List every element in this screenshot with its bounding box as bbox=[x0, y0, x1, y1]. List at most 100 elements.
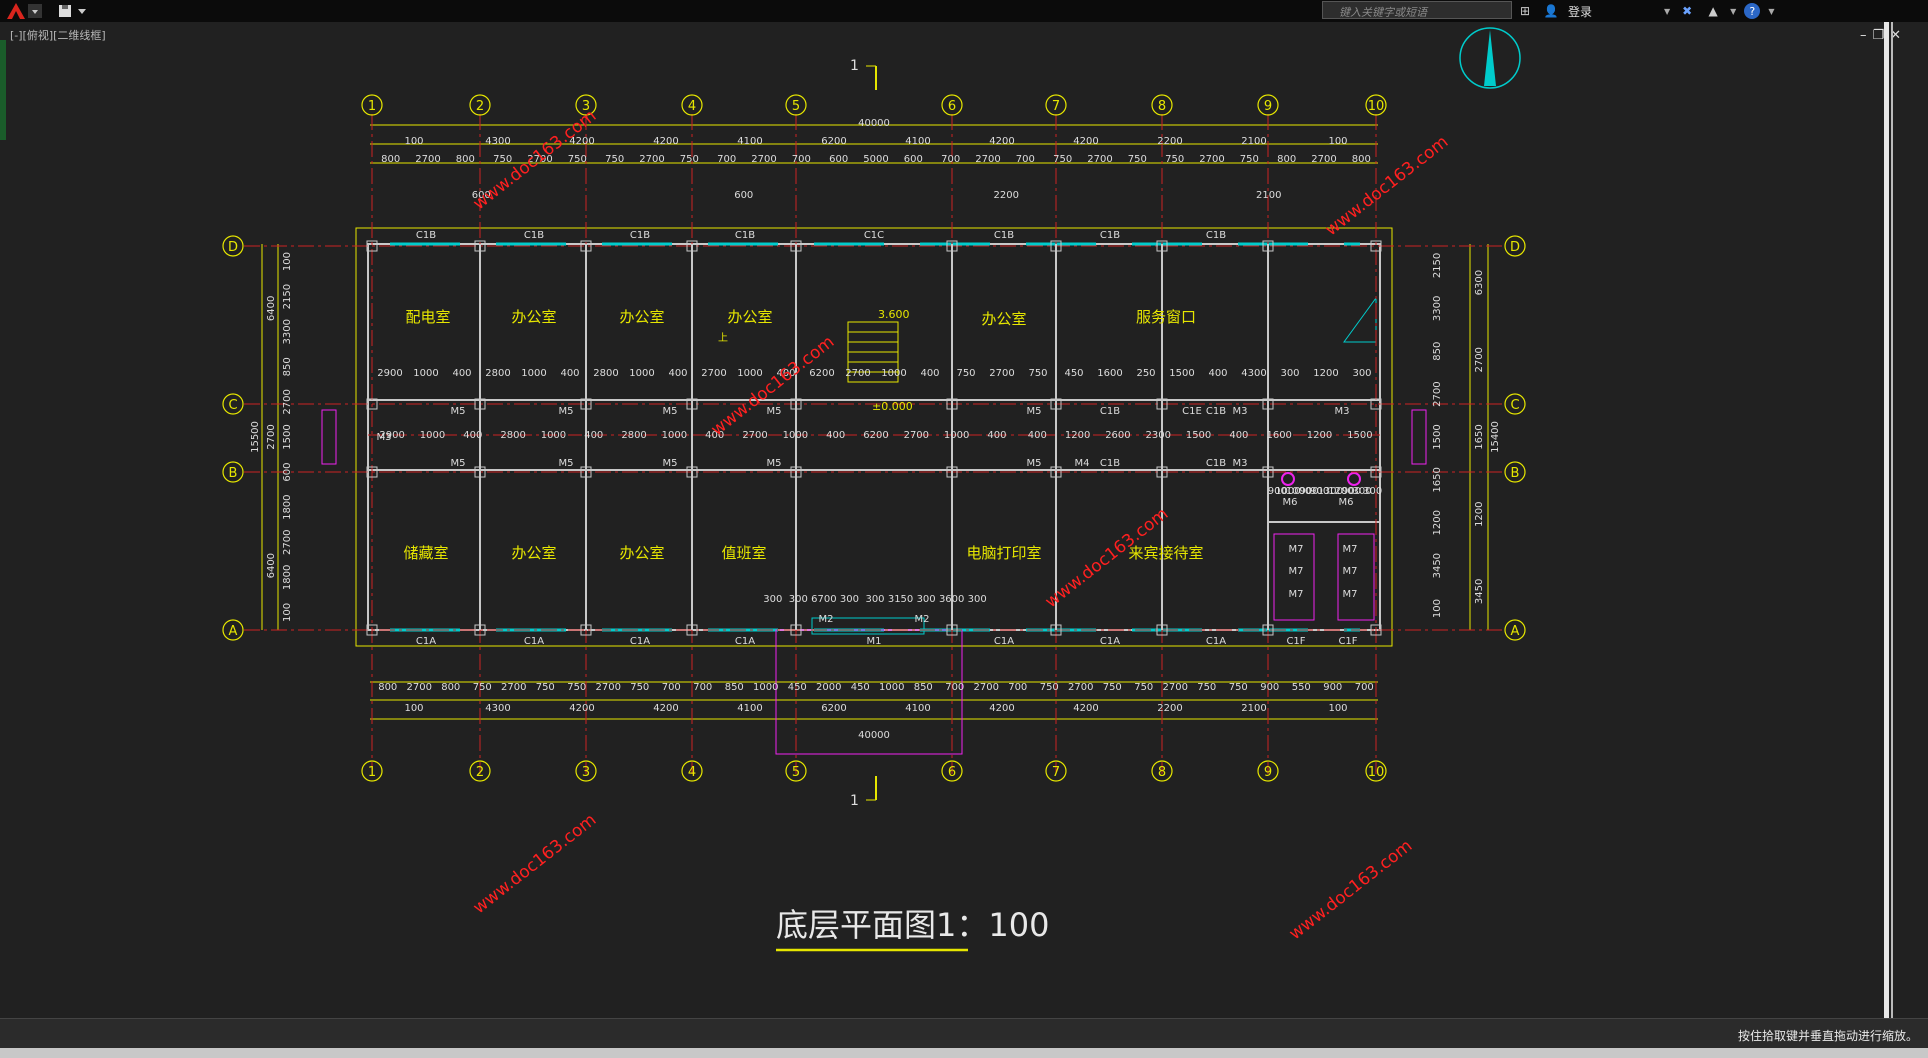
window-label-top: C1B bbox=[1100, 230, 1120, 241]
window-label-top: C1B bbox=[630, 230, 650, 241]
dim-corridor-bottom: 1000 bbox=[420, 430, 445, 441]
dim-corridor-top: 300 bbox=[1352, 368, 1371, 379]
door-label: M6 bbox=[1339, 497, 1354, 508]
vertical-scrollbar[interactable] bbox=[1884, 22, 1889, 1018]
dim-top-row2: 600 bbox=[829, 154, 848, 165]
dim-bottom-row2: 4100 bbox=[905, 703, 930, 714]
dim-bottom-row1: 2700 bbox=[596, 682, 621, 693]
dim-top-row1: 4100 bbox=[737, 136, 762, 147]
door-label: M4 bbox=[1075, 458, 1090, 469]
axis-label-x: 5 bbox=[792, 765, 800, 780]
door-label: M5 bbox=[767, 458, 782, 469]
door-label: M5 bbox=[559, 458, 574, 469]
help-icon[interactable]: ? bbox=[1744, 3, 1761, 19]
chevron-down-icon[interactable]: ▼ bbox=[1730, 7, 1736, 16]
dim-corridor-top: 750 bbox=[1028, 368, 1047, 379]
dim-bottom-row2: 100 bbox=[404, 703, 423, 714]
chevron-down-icon[interactable]: ▼ bbox=[1768, 7, 1774, 16]
dim-left-inner: 600 bbox=[282, 463, 293, 482]
dim-bottom-row1: 2700 bbox=[407, 682, 432, 693]
dim-corridor-bottom: 400 bbox=[463, 430, 482, 441]
stair-up-label: 上 bbox=[718, 332, 728, 344]
dim-right-inner: 3450 bbox=[1432, 553, 1443, 578]
dim-top-row2: 2700 bbox=[975, 154, 1000, 165]
dim-corridor-bottom: 400 bbox=[987, 430, 1006, 441]
autocad-logo-icon bbox=[7, 3, 42, 19]
dim-bottom-row1: 750 bbox=[630, 682, 649, 693]
dim-bottom-row2: 4300 bbox=[485, 703, 510, 714]
door-label: M7 bbox=[1289, 544, 1304, 555]
search-input[interactable]: 键入关键字或短语 bbox=[1322, 1, 1512, 19]
application-menu-button[interactable] bbox=[4, 2, 44, 20]
dim-corridor-bottom: 2600 bbox=[1105, 430, 1130, 441]
elevation-bottom: ±0.000 bbox=[872, 400, 913, 413]
dim-top-row2: 750 bbox=[1165, 154, 1184, 165]
axis-label-x: 10 bbox=[1368, 765, 1385, 780]
dim-right-inner: 850 bbox=[1432, 342, 1443, 361]
login-button[interactable]: 登录 bbox=[1568, 3, 1592, 20]
axis-label-x: 1 bbox=[368, 99, 376, 114]
axis-label-x: 7 bbox=[1052, 765, 1060, 780]
a360-icon[interactable]: ▲ bbox=[1704, 2, 1722, 20]
binoculars-icon[interactable]: ⊞ bbox=[1516, 2, 1534, 20]
dim-corridor-top: 1000 bbox=[413, 368, 438, 379]
dim-corridor-top: 2700 bbox=[989, 368, 1014, 379]
dim-top-row1: 4200 bbox=[989, 136, 1014, 147]
exchange-icon[interactable]: ✖ bbox=[1678, 2, 1696, 20]
quick-access-button[interactable] bbox=[56, 2, 92, 20]
dim-corridor-top: 1000 bbox=[521, 368, 546, 379]
dim-bottom-row1: 900 bbox=[1323, 682, 1342, 693]
door-label: M7 bbox=[1343, 566, 1358, 577]
dim-top-row2: 750 bbox=[1128, 154, 1147, 165]
chevron-down-icon[interactable]: ▼ bbox=[1664, 7, 1670, 16]
dim-corridor-bottom: 1000 bbox=[541, 430, 566, 441]
dim-corridor-bottom: 400 bbox=[584, 430, 603, 441]
scrollbar-edge bbox=[1891, 22, 1893, 1018]
dim-right-total: 15400 bbox=[1490, 421, 1501, 453]
room-label: 办公室 bbox=[511, 544, 556, 562]
dim-right-outer: 1200 bbox=[1474, 501, 1485, 526]
dim-left-inner: 2700 bbox=[282, 389, 293, 414]
window-label-misc: C1B bbox=[1100, 406, 1120, 417]
dim-corridor-bottom: 1000 bbox=[783, 430, 808, 441]
axis-label-x: 6 bbox=[948, 99, 956, 114]
drawing-canvas[interactable]: 1 1 1122334455667788991010D DC CB BA A 4… bbox=[0, 22, 1880, 1018]
user-icon[interactable]: 👤 bbox=[1542, 2, 1560, 20]
dim-bottom-row1: 2700 bbox=[1068, 682, 1093, 693]
dim-corridor-bottom: 1200 bbox=[1065, 430, 1090, 441]
dim-top-row1: 2200 bbox=[1157, 136, 1182, 147]
dim-corridor-top: 2800 bbox=[593, 368, 618, 379]
door-label: M5 bbox=[1027, 458, 1042, 469]
dim-corridor-top: 1200 bbox=[1313, 368, 1338, 379]
axis-label-y: D bbox=[228, 240, 238, 255]
dim-left-inner: 3300 bbox=[282, 319, 293, 344]
dim-top-row2: 700 bbox=[792, 154, 811, 165]
north-arrow-icon bbox=[1459, 27, 1521, 89]
status-bar: 按住拾取键并垂直拖动进行缩放。 bbox=[0, 1018, 1928, 1048]
dim-top-row2: 750 bbox=[680, 154, 699, 165]
dim-bottom-row1: 2700 bbox=[974, 682, 999, 693]
dim-corridor-bottom: 2800 bbox=[500, 430, 525, 441]
bottom-border bbox=[0, 1048, 1928, 1058]
dim-right-inner: 1200 bbox=[1432, 510, 1443, 535]
dim-top-row2: 700 bbox=[717, 154, 736, 165]
window-label-misc: C1B bbox=[1206, 458, 1226, 469]
dim-bottom-row1: 750 bbox=[1229, 682, 1248, 693]
axis-label-x: 6 bbox=[948, 765, 956, 780]
window-label-misc: C1B bbox=[1206, 406, 1226, 417]
dim-bottom-row1: 750 bbox=[1134, 682, 1153, 693]
section-mark-top: 1 bbox=[850, 58, 877, 90]
dim-corridor-bottom: 1600 bbox=[1266, 430, 1291, 441]
dim-corridor-bottom: 400 bbox=[1028, 430, 1047, 441]
dim-bottom-row2: 4100 bbox=[737, 703, 762, 714]
dim-corridor-bottom: 1000 bbox=[662, 430, 687, 441]
door-label: M3 bbox=[377, 432, 392, 443]
dim-corridor-bottom: 1000 bbox=[944, 430, 969, 441]
room-label: 电脑打印室 bbox=[966, 544, 1041, 562]
dim-entrance: 6700 bbox=[811, 594, 836, 605]
title-bar: ▸ 键入关键字或短语 ⊞ 👤 登录 ▼ ✖ ▲ ▼ ? ▼ bbox=[0, 0, 1928, 22]
dim-left-outer: 6400 bbox=[266, 553, 277, 578]
dim-left-outer: 2700 bbox=[266, 424, 277, 449]
door-label: M1 bbox=[867, 636, 882, 647]
door-label: M3 bbox=[1233, 406, 1248, 417]
